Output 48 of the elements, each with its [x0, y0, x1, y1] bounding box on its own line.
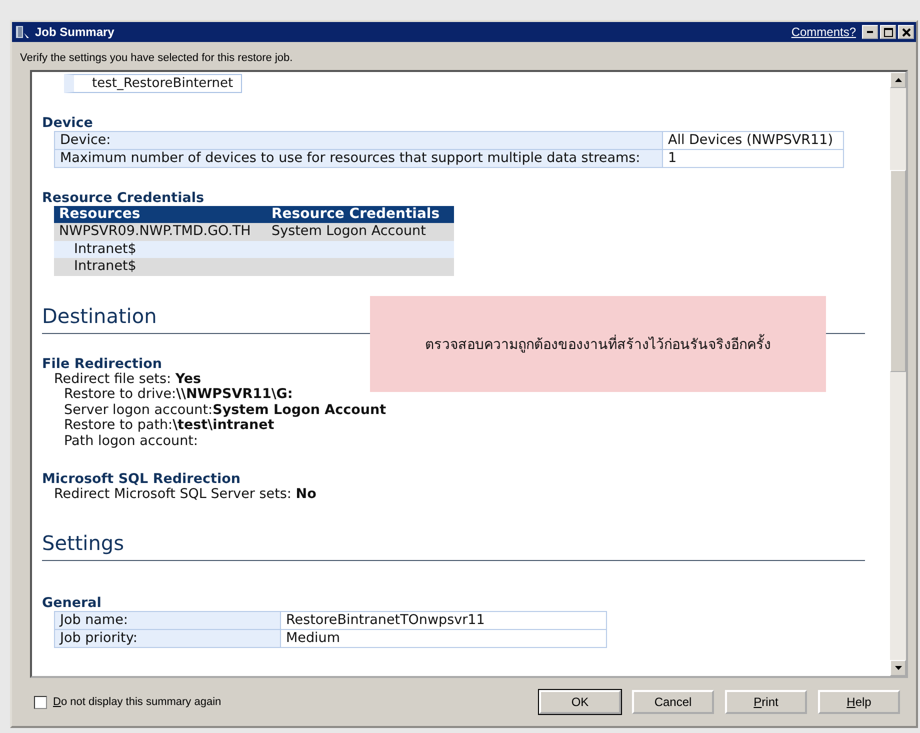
annotation-note: ตรวจสอบความถูกต้องของงานที่สร้างไว้ก่อนรันจริงอีกครั้ง [370, 296, 826, 392]
setting-line: Path logon account: [63, 434, 198, 449]
group-heading: Microsoft SQL Redirection [42, 471, 242, 487]
setting-line: Server logon account:System Logon Account [63, 402, 386, 418]
dialog-button[interactable]: OK [539, 690, 621, 714]
table-cell: Intranet$ [54, 258, 267, 276]
scroll-down-button[interactable] [890, 660, 906, 676]
setting-line: Restore to path:\test\intranet [63, 418, 274, 434]
section-title: Settings [42, 530, 865, 560]
checkbox[interactable] [34, 696, 47, 708]
table-cell: All Devices (NWPSVR11) [662, 132, 844, 150]
table-cell: Device: [54, 132, 662, 150]
checkbox-label[interactable]: Do not display this summary again [53, 696, 222, 708]
table-cell: NWPSVR09.NWP.TMD.GO.TH [54, 223, 267, 240]
setting-line: Redirect Microsoft SQL Server sets: No [53, 487, 316, 502]
table-cell: RestoreBintranetTOnwpsvr11 [280, 611, 606, 629]
group-heading: File Redirection [42, 356, 163, 372]
table-cell: Medium [280, 629, 606, 647]
down-arrow-icon[interactable] [894, 666, 902, 670]
app-icon [15, 24, 31, 40]
group-heading: General [42, 594, 102, 610]
instruction-text: Verify the settings you have selected for this restore job. [19, 51, 294, 66]
dialog-button[interactable]: Print [725, 690, 807, 714]
column-header: Resources [54, 206, 267, 223]
comments-link[interactable]: Comments? [791, 25, 856, 39]
close-icon[interactable] [902, 28, 910, 36]
close-button[interactable] [898, 25, 914, 39]
dialog-button[interactable]: Cancel [632, 690, 714, 714]
table-cell: Intranet$ [54, 240, 267, 258]
job-item: test_RestoreBinternet [64, 74, 242, 93]
minimize-button[interactable] [862, 25, 878, 39]
dialog-button[interactable]: Help [818, 690, 900, 714]
table-cell: 1 [662, 150, 844, 168]
scrollbar-thumb[interactable] [890, 170, 906, 372]
setting-line: Redirect file sets: Yes [53, 372, 202, 387]
setting-line: Restore to drive:\\NWPSVR11\G: [63, 387, 293, 402]
section-heading: Device [42, 115, 94, 131]
window-title: Job Summary [35, 25, 116, 39]
table-cell: Job priority: [54, 629, 280, 647]
scroll-up-button[interactable] [890, 72, 906, 88]
table-cell: Job name: [54, 611, 280, 629]
column-header: Resource Credentials [266, 206, 454, 223]
table-cell: Maximum number of devices to use for resources that support multiple data streams: [54, 150, 662, 168]
maximize-button[interactable] [880, 25, 896, 39]
table-cell: System Logon Account [266, 223, 454, 240]
section-heading: Resource Credentials [42, 190, 205, 206]
up-arrow-icon[interactable] [894, 78, 902, 82]
maximize-icon[interactable] [884, 28, 892, 36]
